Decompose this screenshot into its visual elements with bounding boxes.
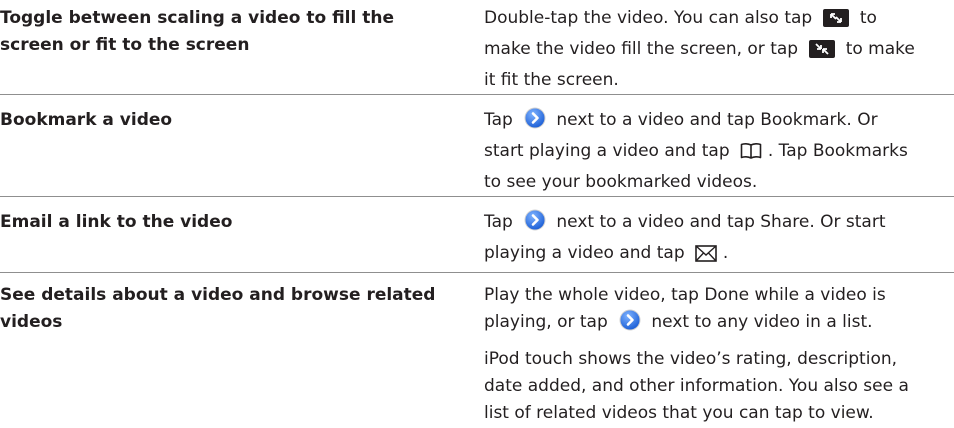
fit-screen-icon [808,40,835,67]
text-segment: playing a video and tap [484,243,691,263]
task-label: Bookmark a video [0,110,173,130]
task-description: Double-tap the video. You can also tap t… [484,5,954,94]
text-segment: next to a video and tap Bookmark. Or [551,110,878,130]
text-segment: to [854,8,877,28]
text-segment: make the video fill the screen, or tap [484,39,804,59]
task-label: Toggle between scaling a video to fill t… [0,8,395,55]
row-divider [0,94,954,95]
description-line: playing a video and tap . [484,240,954,271]
detail-disclosure-icon [524,209,546,240]
description-line: iPod touch shows the video’s rating, des… [484,346,954,373]
description-line: Tap next to a video and tap Share. Or st… [484,209,954,240]
description-line: it fit the screen. [484,67,954,94]
text-segment: it fit the screen. [484,70,619,90]
text-segment: . [722,243,729,263]
task-label: See details about a video and browse rel… [0,285,436,332]
bookmarks-book-icon [740,142,762,169]
description-line: playing, or tap next to any video in a l… [484,309,954,340]
description-line: make the video fill the screen, or tap t… [484,36,954,67]
text-segment: Tap [484,110,519,130]
task-description: Tap next to a video and tap Bookmark. Or… [484,107,954,196]
task-description: Tap next to a video and tap Share. Or st… [484,209,954,271]
text-segment: Double-tap the video. You can also tap [484,8,818,28]
text-segment: to make [840,39,915,59]
text-segment: Tap [484,212,519,232]
task-description: Play the whole video, tap Done while a v… [484,282,954,427]
detail-disclosure-icon [619,309,641,340]
fill-screen-icon [823,9,850,36]
text-segment: to see your bookmarked videos. [484,172,758,192]
description-line: date added, and other information. You a… [484,373,954,400]
description-line: to see your bookmarked videos. [484,169,954,196]
text-segment: . Tap Bookmarks [767,141,908,161]
text-segment: next to a video and tap Share. Or start [551,212,886,232]
text-segment: playing, or tap [484,312,614,332]
text-segment: next to any video in a list. [645,312,873,332]
task-label: Email a link to the video [0,212,233,232]
description-line: list of related videos that you can tap … [484,400,954,427]
text-segment: list of related videos that you can tap … [484,403,874,423]
description-line: Tap next to a video and tap Bookmark. Or [484,107,954,138]
text-segment: date added, and other information. You a… [484,376,909,396]
row-divider [0,272,954,273]
description-line: Play the whole video, tap Done while a v… [484,282,954,309]
description-line: start playing a video and tap . Tap Book… [484,138,954,169]
row-divider [0,196,954,197]
text-segment: start playing a video and tap [484,141,736,161]
description-line: Double-tap the video. You can also tap t… [484,5,954,36]
text-segment: iPod touch shows the video’s rating, des… [484,349,898,369]
text-segment: Play the whole video, tap Done while a v… [484,285,886,305]
mail-envelope-icon [695,244,718,271]
detail-disclosure-icon [524,107,546,138]
